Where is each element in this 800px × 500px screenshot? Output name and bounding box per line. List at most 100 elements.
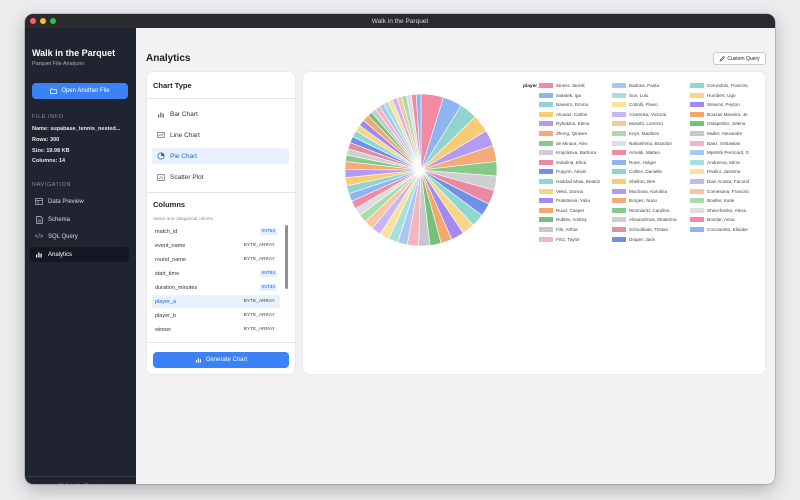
legend-item[interactable]: Alcaraz, Carlos [539, 111, 611, 118]
legend-item[interactable]: Musetti, Lorenzo [612, 120, 684, 127]
legend-item[interactable]: Paolini, Jasmine [690, 168, 760, 175]
legend-label: Bondar, Anna [707, 217, 735, 223]
nav-item-schema[interactable]: Schema [30, 212, 129, 227]
legend-item[interactable]: Cerundolo, Francisc [690, 82, 760, 89]
legend-item[interactable]: Borges, Nuno [612, 197, 684, 204]
legend-item[interactable]: Sinner, Jannik [539, 82, 611, 89]
legend-item[interactable]: Comesana, Francisc [690, 188, 760, 195]
legend-item[interactable]: Keys, Madison [612, 130, 684, 137]
legend-label: Alcaraz, Carlos [556, 111, 588, 117]
legend-item[interactable]: Rybakina, Elena [539, 120, 611, 127]
legend-item[interactable]: Krejcikova, Barbora [539, 149, 611, 156]
legend-item[interactable]: Fritz, Taylor [539, 236, 611, 243]
legend-item[interactable]: Nakashima, Brandon [612, 140, 684, 147]
legend-item[interactable]: Putintseva, Yulia [539, 197, 611, 204]
legend-item[interactable]: Arnaldi, Matteo [612, 149, 684, 156]
legend-item[interactable]: Swiatek, Iga [539, 92, 611, 99]
open-another-file-button[interactable]: Open Another File [32, 83, 128, 99]
legend-label: Bouzas Maneiro, Je [707, 111, 748, 117]
legend-label: Krejcikova, Barbora [556, 150, 597, 156]
column-row-player-b[interactable]: player_b BYTE_ARRAY [152, 309, 280, 322]
legend-item[interactable]: Bouzas Maneiro, Je [690, 111, 760, 118]
column-row-winner[interactable]: winner BYTE_ARRAY [152, 323, 280, 336]
columns-hint: Select one categorical column [153, 216, 214, 221]
custom-query-button[interactable]: Custom Query [713, 52, 766, 65]
legend-item[interactable]: Cobolli, Flavio [612, 101, 684, 108]
column-type-badge: INT64 [259, 270, 277, 277]
legend-item[interactable]: Ruud, Casper [539, 207, 611, 214]
legend-label: Rublev, Andrey [556, 217, 587, 223]
chart-type-line[interactable]: Line Chart [152, 127, 289, 143]
column-row-match-id[interactable]: match_id INT64 [152, 225, 280, 238]
chart-type-scatter[interactable]: Scatter Plot [152, 169, 289, 185]
legend-swatch [612, 150, 626, 156]
legend-item[interactable]: Humbert, Ugo [690, 92, 760, 99]
legend-item[interactable]: Alexandrova, Ekaterina [612, 216, 684, 223]
legend-item[interactable]: Azarenka, Victoria [612, 111, 684, 118]
legend-item[interactable]: Vekic, Donna [539, 188, 611, 195]
legend-swatch [539, 92, 553, 98]
legend-label: Andreeva, Mirra [707, 159, 740, 165]
nav-item-data-preview[interactable]: Data Preview [30, 194, 129, 209]
legend-swatch [539, 131, 553, 136]
column-list-scrollbar[interactable] [285, 225, 288, 289]
legend-item[interactable]: Zheng, Qinwen [539, 130, 611, 137]
legend-item[interactable]: Navarro, Emma [539, 101, 611, 108]
column-row-round-name[interactable]: round_name BYTE_ARRAY [152, 253, 280, 266]
legend-item[interactable]: Diaz Acosta, Facund [690, 178, 760, 185]
legend-label: Schoolkate, Tristan [629, 227, 669, 232]
nav-item-sql-query[interactable]: </> SQL Query [30, 229, 129, 244]
legend-item[interactable]: Collins, Danielle [612, 168, 684, 175]
legend-item[interactable]: Sun, Lulu [612, 92, 684, 99]
close-window-button[interactable] [30, 18, 36, 24]
column-row-start-time[interactable]: start_time INT64 [152, 267, 280, 280]
legend-item[interactable]: Shelton, Ben [612, 178, 684, 185]
legend-item[interactable]: Mpetshi Perricard, G [690, 149, 760, 156]
legend-swatch [612, 92, 626, 98]
legend-item[interactable]: Boulter, Katie [690, 197, 760, 204]
legend-item[interactable]: Cocciaretto, Elisabe [690, 226, 760, 233]
navigation-heading: NAVIGATION [32, 182, 72, 188]
legend-item[interactable]: Svitolina, Elina [539, 159, 611, 166]
file-rows: Rows: 300 [32, 137, 60, 143]
column-row-event-name[interactable]: event_name BYTE_ARRAY [152, 239, 280, 252]
legend-item[interactable]: Wozniacki, Caroline [612, 207, 684, 214]
bar-chart-icon [195, 358, 201, 363]
chart-type-bar[interactable]: Bar Chart [152, 106, 289, 122]
zoom-window-button[interactable] [50, 18, 56, 24]
legend-item[interactable]: Bondar, Anna [690, 216, 760, 223]
legend-item[interactable]: Ostapenko, Jelena [690, 120, 760, 127]
column-row-player-a[interactable]: player_a BYTE_ARRAY [152, 295, 280, 308]
column-name: winner [155, 326, 172, 333]
nav-item-analytics[interactable]: Analytics [30, 247, 129, 262]
legend-swatch [690, 188, 704, 194]
legend-item[interactable]: Schoolkate, Tristan [612, 226, 684, 233]
legend-label: Muller, Alexandre [707, 131, 743, 136]
legend-item[interactable]: Fils, Arthur [539, 226, 611, 233]
legend-item[interactable]: Draper, Jack [612, 236, 684, 243]
legend-item[interactable]: Shevchenko, Alexa [690, 207, 760, 214]
chart-type-pie[interactable]: Pie Chart [152, 148, 289, 164]
legend-item[interactable]: Haddad Maia, Beatriz [539, 178, 611, 185]
legend-item[interactable]: Rune, Holger [612, 159, 684, 166]
legend-item[interactable]: Muchova, Karolina [612, 188, 684, 195]
legend-label: Fils, Arthur [556, 227, 578, 232]
legend-swatch [690, 102, 704, 108]
legend-item[interactable]: de Minaur, Alex [539, 140, 611, 147]
legend-item[interactable]: Baez, Sebastian [690, 140, 760, 147]
legend-item[interactable]: Stearns, Peyton [690, 101, 760, 108]
legend-swatch [690, 227, 704, 232]
legend-swatch [539, 207, 553, 213]
legend-item[interactable]: Rublev, Andrey [539, 216, 611, 223]
page-title: Analytics [146, 53, 191, 64]
column-row-duration-minutes[interactable]: duration_minutes INT32 [152, 281, 280, 294]
generate-chart-button[interactable]: Generate Chart [153, 352, 289, 368]
legend-swatch [539, 198, 553, 204]
legend-item[interactable]: Badosa, Paula [612, 82, 684, 89]
legend-item[interactable]: Muller, Alexandre [690, 130, 760, 137]
legend-label: Baez, Sebastian [707, 140, 741, 146]
legend-item[interactable]: Andreeva, Mirra [690, 159, 760, 166]
legend-item[interactable]: Popyrin, Alexei [539, 168, 611, 175]
column-type-badge: BYTE_ARRAY [243, 313, 275, 318]
minimize-window-button[interactable] [40, 18, 46, 24]
